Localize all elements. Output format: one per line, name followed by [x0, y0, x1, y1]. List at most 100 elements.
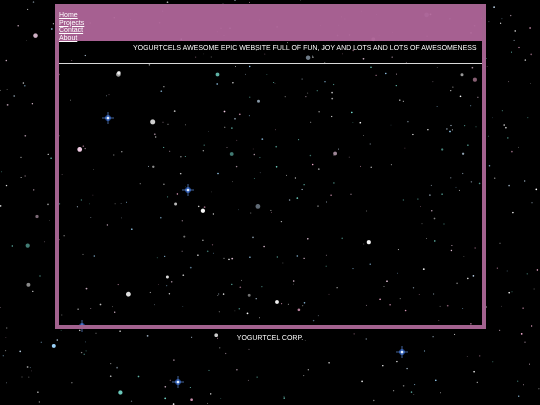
star — [508, 81, 510, 83]
star — [524, 59, 527, 61]
star — [530, 53, 533, 56]
star — [328, 361, 330, 364]
star — [406, 367, 408, 370]
star — [13, 95, 16, 97]
star — [51, 343, 56, 348]
star — [514, 30, 516, 32]
star — [19, 350, 22, 353]
star — [501, 305, 502, 307]
star — [508, 291, 511, 294]
star — [50, 28, 53, 30]
star — [210, 393, 212, 395]
star — [503, 124, 506, 126]
star — [526, 273, 528, 275]
content-frame: Home Projects Contact About YOGURTCELS A… — [55, 4, 486, 329]
star — [29, 367, 31, 369]
star — [6, 104, 9, 106]
star — [20, 177, 22, 178]
nav-link-projects[interactable]: Projects — [59, 20, 84, 28]
star — [361, 380, 363, 383]
star — [529, 363, 530, 365]
header-divider — [59, 63, 482, 64]
star — [530, 325, 533, 327]
star — [493, 6, 495, 8]
star — [499, 22, 502, 24]
star — [26, 366, 29, 368]
star — [501, 18, 503, 20]
star — [518, 46, 520, 49]
star — [283, 397, 285, 399]
star — [508, 184, 510, 187]
star — [24, 84, 26, 87]
nav-link-home[interactable]: Home — [59, 12, 84, 20]
star — [523, 384, 524, 386]
star — [0, 307, 1, 308]
star — [44, 241, 46, 243]
star — [26, 40, 28, 42]
star — [20, 156, 22, 159]
star — [83, 353, 85, 355]
sparkle-star — [396, 346, 408, 358]
star — [31, 103, 34, 105]
star — [164, 397, 167, 400]
star — [510, 14, 512, 17]
star — [5, 59, 8, 62]
star — [116, 366, 118, 369]
star — [25, 243, 30, 248]
star — [47, 203, 49, 206]
star — [78, 329, 81, 332]
star — [533, 288, 535, 290]
star — [396, 360, 398, 363]
star — [414, 384, 416, 386]
sparkle-star — [172, 376, 184, 388]
star — [119, 330, 121, 333]
star — [303, 375, 305, 377]
star — [0, 205, 2, 207]
star — [307, 369, 309, 371]
star — [52, 23, 54, 25]
star — [499, 242, 501, 244]
site-title: YOGURTCELS AWESOME EPIC WEBSITE FULL OF … — [133, 45, 477, 52]
star — [498, 329, 501, 332]
star — [473, 370, 475, 373]
star — [24, 134, 27, 137]
star — [524, 180, 526, 182]
star — [479, 355, 481, 357]
star — [28, 376, 30, 378]
star — [6, 382, 7, 384]
star — [95, 332, 97, 334]
star — [538, 388, 540, 390]
star — [11, 245, 13, 247]
star — [488, 165, 491, 167]
star — [6, 327, 8, 329]
star — [247, 379, 249, 381]
star — [50, 157, 52, 159]
star — [22, 82, 25, 84]
star — [60, 330, 62, 331]
star — [207, 402, 209, 404]
star — [31, 370, 32, 372]
star — [49, 220, 50, 221]
star — [26, 282, 31, 287]
star — [234, 0, 236, 1]
header-band — [59, 8, 482, 41]
star — [85, 350, 87, 352]
star — [511, 150, 513, 153]
star — [118, 390, 123, 395]
nav-link-contact[interactable]: Contact — [59, 27, 84, 35]
star — [492, 117, 493, 119]
star — [283, 395, 285, 397]
nav-link-about[interactable]: About — [59, 35, 84, 43]
star — [535, 188, 538, 191]
star — [80, 351, 83, 354]
star — [488, 21, 490, 23]
star — [518, 146, 519, 148]
star — [110, 363, 112, 365]
star — [513, 39, 515, 41]
star — [487, 135, 489, 137]
star — [225, 352, 227, 355]
main-nav: Home Projects Contact About — [59, 12, 84, 42]
star — [530, 83, 531, 84]
star — [413, 394, 415, 395]
star — [27, 8, 29, 10]
